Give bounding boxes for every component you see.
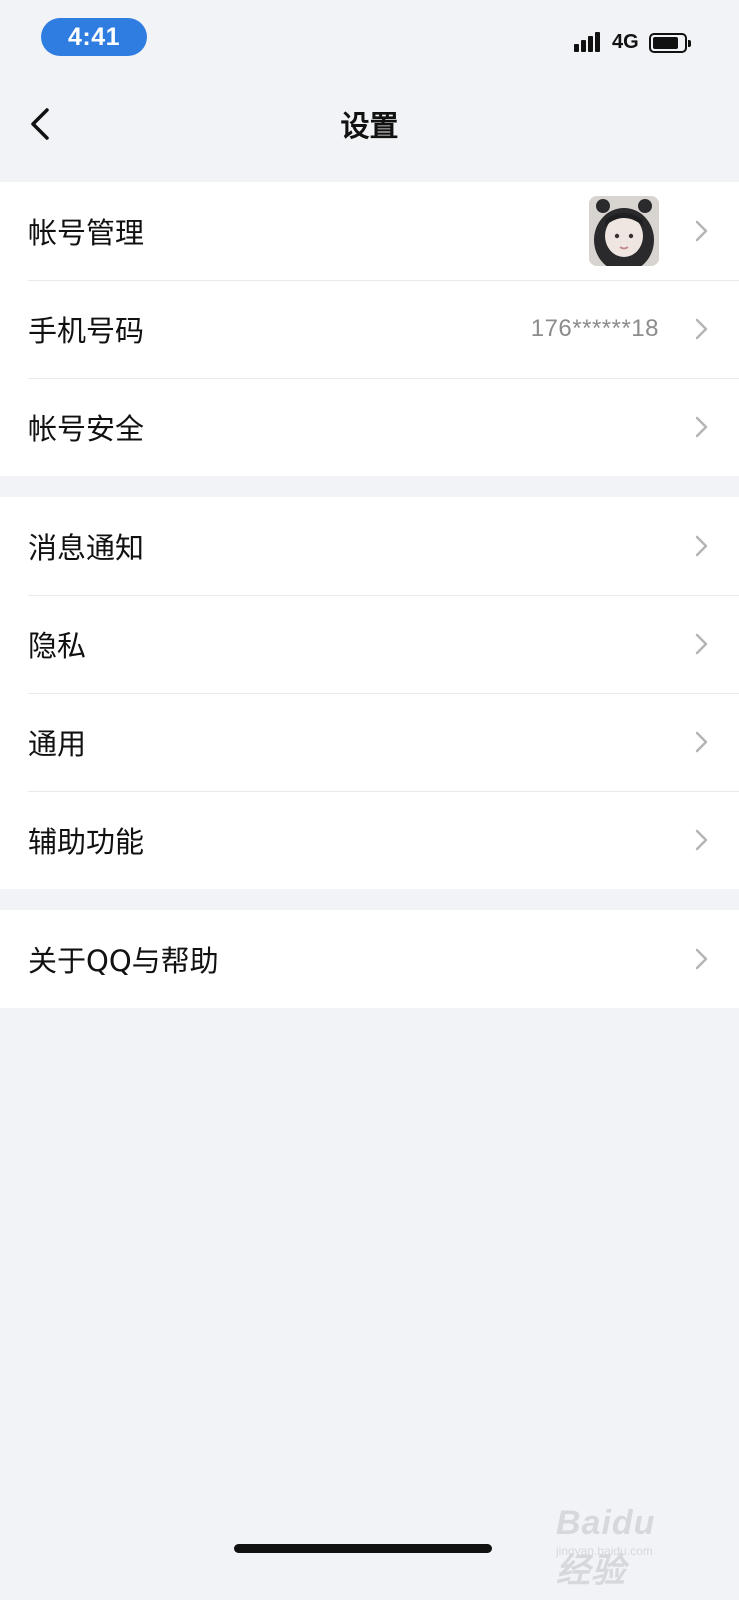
settings-screen: 4:41 4G 设置 帐号管理 手机号码 176******18 帐号安全 消息… xyxy=(0,0,739,1600)
row-account-security[interactable]: 帐号安全 xyxy=(0,378,739,476)
baidu-jingyan-watermark: Baidu 经验 jingyan.baidu.com xyxy=(556,1500,696,1590)
chevron-right-icon xyxy=(695,633,708,655)
row-label: 手机号码 xyxy=(28,314,145,348)
chevron-right-icon xyxy=(695,731,708,753)
back-button[interactable] xyxy=(18,100,62,148)
chevron-right-icon xyxy=(695,220,708,242)
row-label: 关于QQ与帮助 xyxy=(28,944,219,978)
chevron-left-icon xyxy=(31,108,49,140)
chevron-right-icon xyxy=(695,318,708,340)
row-label: 帐号安全 xyxy=(28,412,145,446)
row-phone-number[interactable]: 手机号码 176******18 xyxy=(0,280,739,378)
row-accessibility[interactable]: 辅助功能 xyxy=(0,791,739,889)
row-label: 帐号管理 xyxy=(28,216,145,250)
settings-group-account: 帐号管理 手机号码 176******18 帐号安全 xyxy=(0,182,739,476)
chevron-right-icon xyxy=(695,829,708,851)
row-general[interactable]: 通用 xyxy=(0,693,739,791)
chevron-right-icon xyxy=(695,416,708,438)
row-label: 隐私 xyxy=(28,629,87,663)
page-title: 设置 xyxy=(340,109,399,143)
chevron-right-icon xyxy=(695,535,708,557)
settings-group-about: 关于QQ与帮助 xyxy=(0,910,739,1008)
battery-icon xyxy=(649,33,691,53)
status-time[interactable]: 4:41 xyxy=(41,18,147,56)
row-label: 辅助功能 xyxy=(28,825,145,859)
signal-strength-icon xyxy=(574,30,604,52)
phone-number-value: 176******18 xyxy=(530,315,659,342)
home-indicator[interactable] xyxy=(234,1544,492,1553)
row-about-qq-help[interactable]: 关于QQ与帮助 xyxy=(0,910,739,1008)
row-account-management[interactable]: 帐号管理 xyxy=(0,182,739,280)
chevron-right-icon xyxy=(695,948,708,970)
row-privacy[interactable]: 隐私 xyxy=(0,595,739,693)
row-notifications[interactable]: 消息通知 xyxy=(0,497,739,595)
watermark-url: jingyan.baidu.com xyxy=(556,1544,653,1558)
nav-bar: 设置 xyxy=(0,80,739,170)
row-label: 通用 xyxy=(28,727,87,761)
avatar xyxy=(589,196,659,266)
row-label: 消息通知 xyxy=(28,531,145,565)
status-bar: 4:41 4G xyxy=(0,0,739,80)
settings-group-general: 消息通知 隐私 通用 辅助功能 xyxy=(0,497,739,889)
network-type: 4G xyxy=(612,31,639,53)
